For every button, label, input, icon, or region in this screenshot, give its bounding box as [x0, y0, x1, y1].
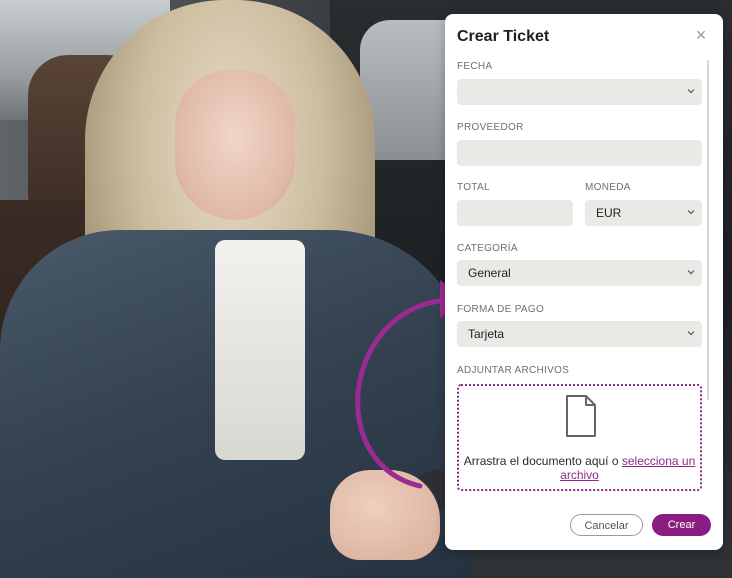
- total-input[interactable]: [457, 200, 573, 226]
- moneda-select[interactable]: EUR: [585, 200, 702, 226]
- close-icon[interactable]: ×: [694, 26, 708, 44]
- proveedor-input[interactable]: [457, 140, 702, 166]
- forma-pago-select[interactable]: Tarjeta: [457, 321, 702, 347]
- forma-pago-label: FORMA DE PAGO: [457, 304, 545, 315]
- adjuntar-label: ADJUNTAR ARCHIVOS: [457, 365, 570, 376]
- moneda-label: MONEDA: [585, 182, 631, 193]
- modal-title: Crear Ticket: [457, 28, 550, 45]
- proveedor-label: PROVEEDOR: [457, 122, 524, 133]
- create-ticket-modal: Crear Ticket × FECHA PROVEEDOR TOTAL MON…: [445, 14, 723, 550]
- document-icon: [566, 395, 596, 437]
- cancel-button[interactable]: Cancelar: [570, 514, 643, 536]
- chevron-down-icon: [687, 210, 695, 215]
- moneda-value: EUR: [596, 206, 622, 220]
- forma-pago-value: Tarjeta: [468, 327, 505, 341]
- chevron-down-icon: [687, 270, 695, 275]
- fecha-label: FECHA: [457, 61, 493, 72]
- dropzone-instruction: Arrastra el documento aquí o: [463, 454, 619, 468]
- modal-scrollbar[interactable]: [707, 60, 709, 400]
- categoria-label: CATEGORÍA: [457, 243, 518, 254]
- categoria-select[interactable]: General: [457, 260, 702, 286]
- chevron-down-icon: [687, 331, 695, 336]
- fecha-select[interactable]: [457, 79, 702, 105]
- total-label: TOTAL: [457, 182, 490, 193]
- create-button[interactable]: Crear: [652, 514, 711, 536]
- file-dropzone[interactable]: Arrastra el documento aquí o selecciona …: [457, 384, 702, 491]
- chevron-down-icon: [687, 89, 695, 94]
- dropzone-text: Arrastra el documento aquí o selecciona …: [459, 454, 700, 482]
- categoria-value: General: [468, 266, 511, 280]
